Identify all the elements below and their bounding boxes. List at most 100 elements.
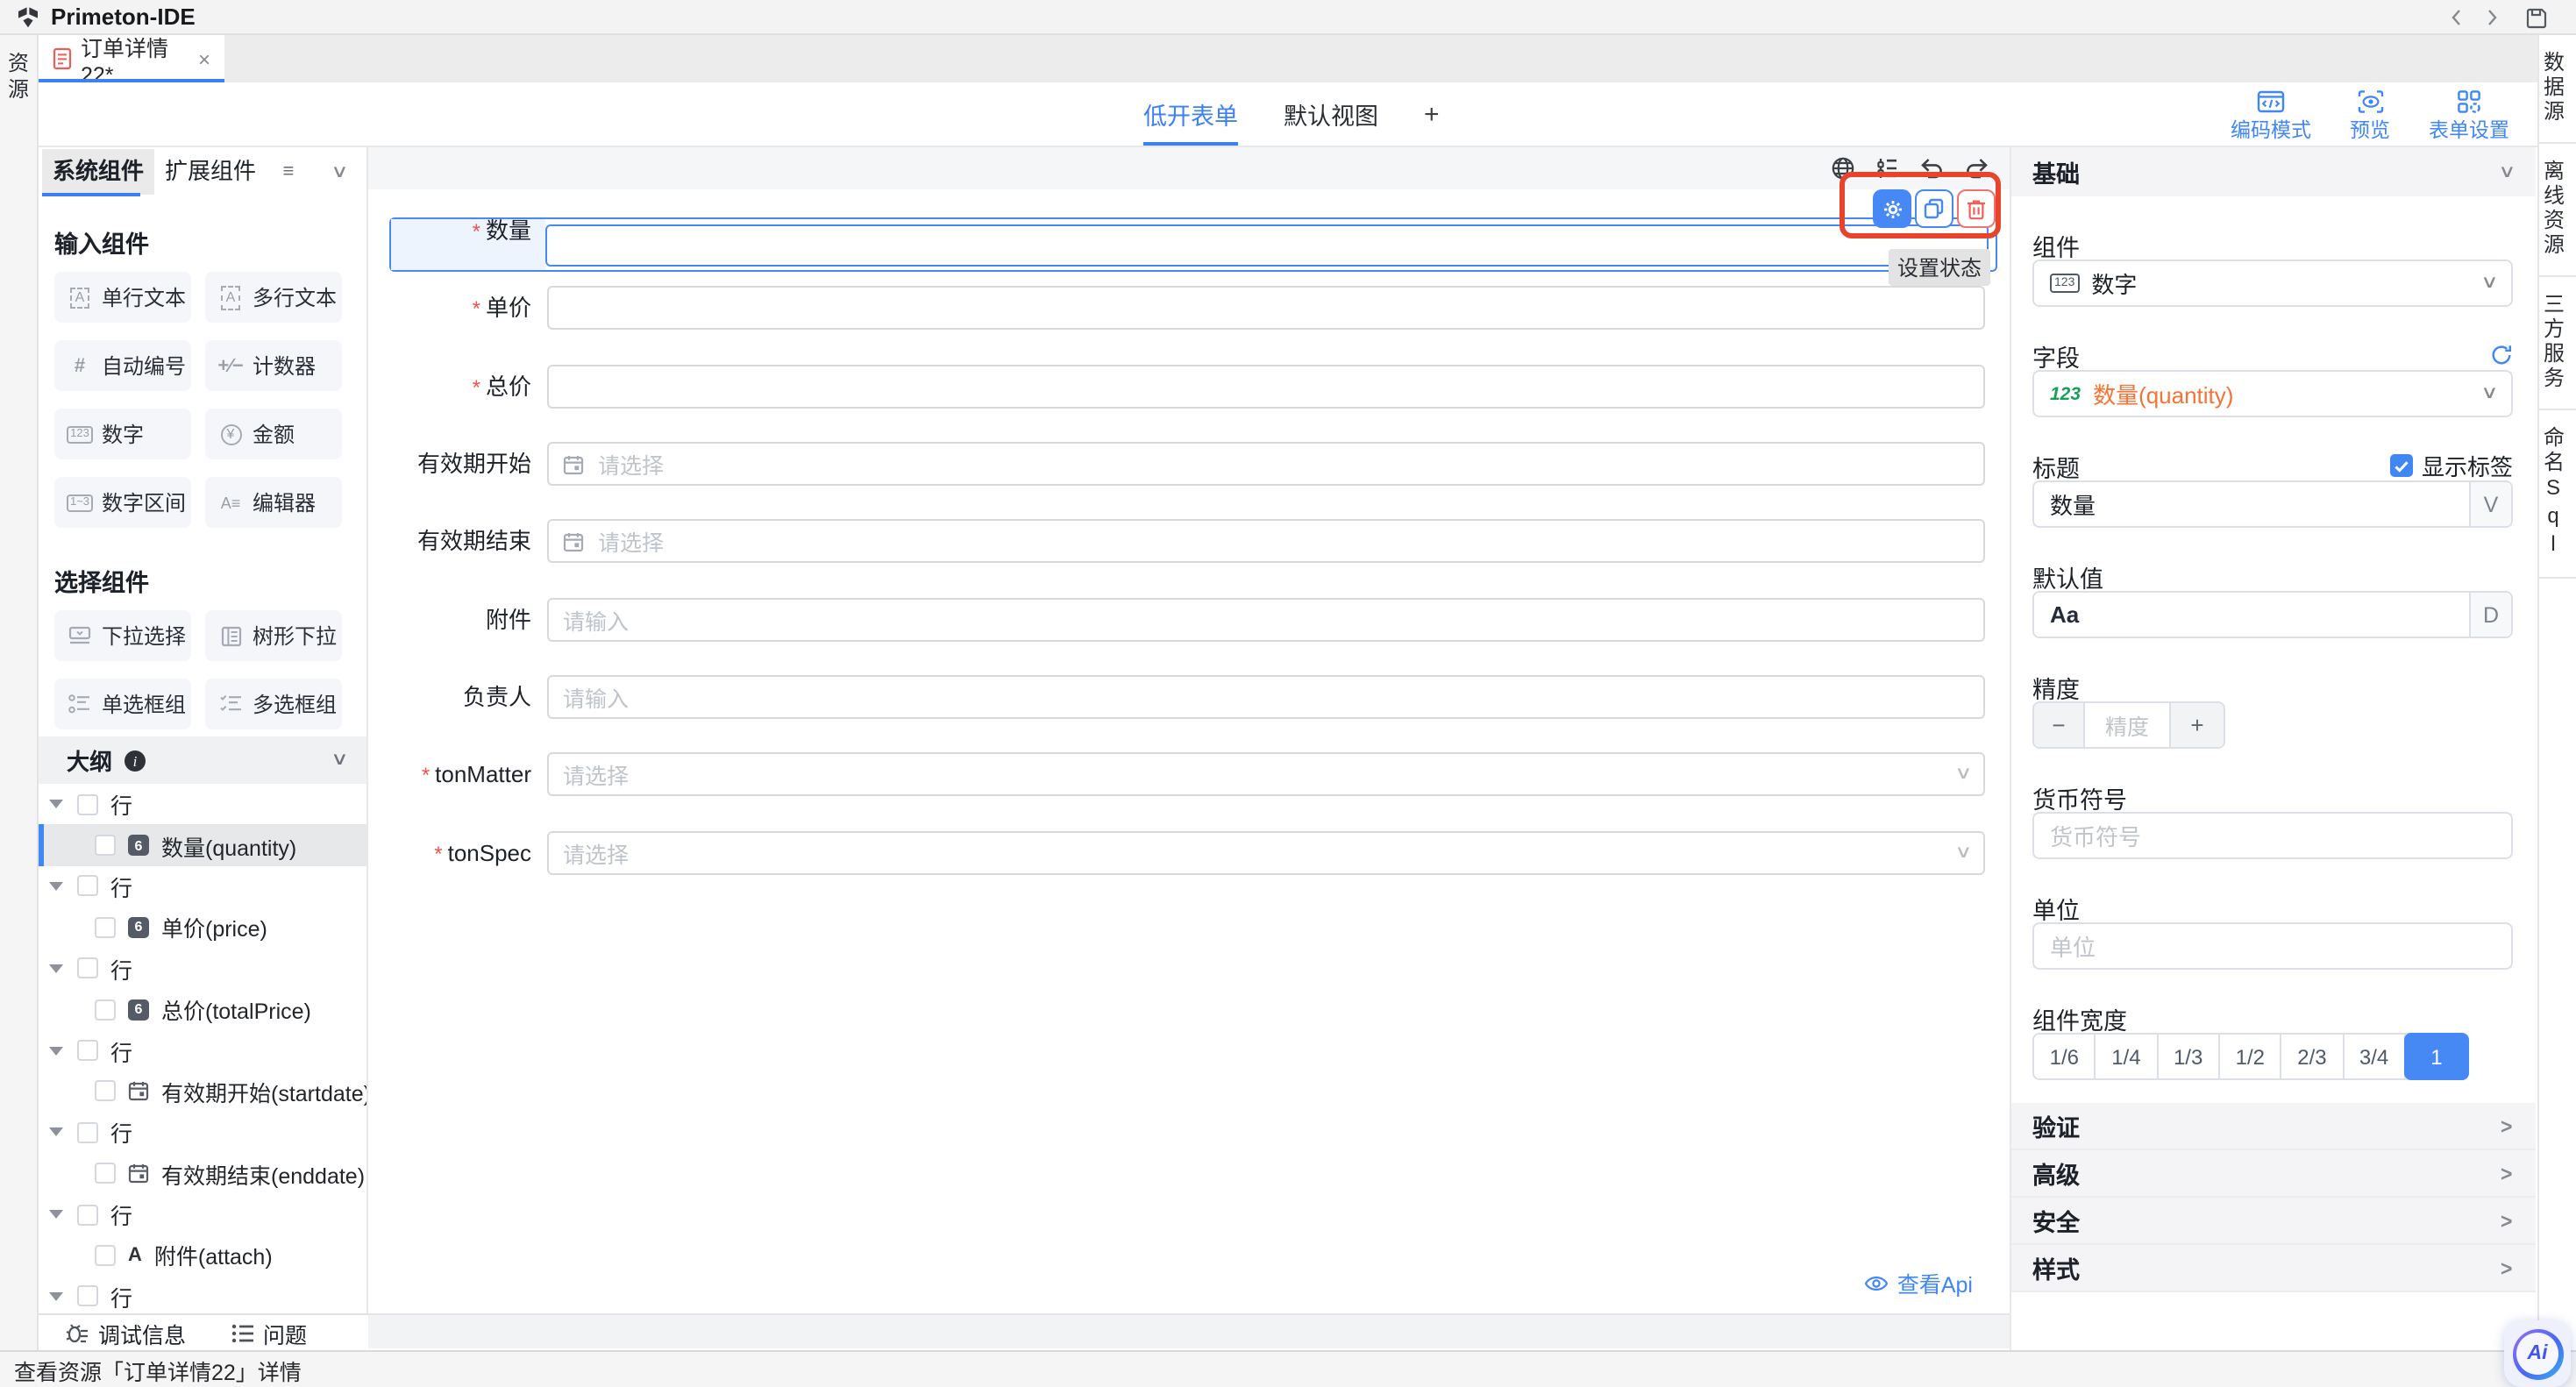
palette-item-text[interactable]: A单行文本 [54, 272, 191, 323]
tree-caret-icon[interactable] [49, 800, 63, 808]
side-strip-item-4[interactable]: 命名Sql [2539, 410, 2576, 579]
nav-forward-icon[interactable] [2481, 0, 2502, 35]
tree-caret-icon[interactable] [49, 964, 63, 973]
palette-item-money[interactable]: ¥金额 [205, 409, 342, 459]
close-tab-icon[interactable]: × [198, 46, 210, 71]
width-option-3-4[interactable]: 3/4 [2344, 1035, 2406, 1078]
inspector-section-验证[interactable]: 验证∨ [2011, 1103, 2536, 1150]
field-input-7[interactable]: 请输入 [547, 675, 1985, 719]
tree-checkbox[interactable] [95, 999, 116, 1020]
outline-header[interactable]: 大纲 i ∨ [39, 736, 366, 784]
palette-item-num[interactable]: 123数字 [54, 409, 191, 459]
tree-checkbox[interactable] [77, 1286, 98, 1307]
show-label-checkbox[interactable] [2390, 454, 2413, 477]
tree-caret-icon[interactable] [49, 1210, 63, 1219]
tree-checkbox[interactable] [77, 1122, 98, 1143]
outline-field-node[interactable]: 6单价(price) [39, 907, 366, 948]
header-action-grid[interactable]: 表单设置 [2429, 88, 2509, 144]
field-delete-button[interactable] [1957, 189, 1996, 228]
palette-item-checks[interactable]: 多选框组 [205, 679, 342, 729]
palette-item-range[interactable]: 1~3数字区间 [54, 477, 191, 528]
palette-item-textarea[interactable]: A多行文本 [205, 272, 342, 323]
palette-item-counter[interactable]: +∕−计数器 [205, 340, 342, 391]
view-tab-1[interactable]: 低开表单 [1143, 82, 1238, 146]
palette-item-treesel[interactable]: 树形下拉 [205, 610, 342, 661]
side-strip-item-2[interactable]: 离线资源 [2539, 144, 2576, 277]
resource-strip-label[interactable]: 资源 [6, 51, 31, 103]
width-option-1-4[interactable]: 1/4 [2096, 1035, 2159, 1078]
tree-checkbox[interactable] [95, 1245, 116, 1266]
quantity-input[interactable] [545, 224, 1989, 266]
width-option-1-2[interactable]: 1/2 [2220, 1035, 2282, 1078]
ai-assistant-button[interactable]: Ai [2504, 1320, 2571, 1387]
field-select[interactable]: 123 数量(quantity) ∨ [2032, 370, 2513, 417]
tree-checkbox[interactable] [77, 1040, 98, 1061]
field-input-2[interactable] [547, 286, 1985, 330]
unit-input[interactable]: 单位 [2032, 922, 2513, 970]
tree-checkbox[interactable] [77, 793, 98, 814]
debug-info-tab[interactable]: 调试信息 [65, 1316, 186, 1349]
field-input-5[interactable]: 请选择 [547, 519, 1985, 563]
field-input-4[interactable]: 请选择 [547, 442, 1985, 486]
field-input-6[interactable]: 请输入 [547, 598, 1985, 642]
header-action-preview[interactable]: 预览 [2350, 88, 2390, 144]
precision-input[interactable]: 精度 [2085, 703, 2169, 747]
precision-increase-button[interactable]: + [2169, 703, 2224, 747]
document-tab[interactable]: 订单详情22* × [39, 35, 224, 82]
outline-row-node[interactable]: 行 [39, 1194, 366, 1235]
default-value-input[interactable]: Aa D [2032, 591, 2513, 638]
outline-field-node[interactable]: 有效期开始(startdate) [39, 1070, 366, 1112]
precision-decrease-button[interactable]: − [2034, 703, 2085, 747]
outline-row-node[interactable]: 行 [39, 784, 366, 825]
tree-checkbox[interactable] [95, 917, 116, 938]
resource-side-strip[interactable]: 资源 [0, 35, 39, 1350]
outline-field-node[interactable]: A附件(attach) [39, 1235, 366, 1277]
tree-caret-icon[interactable] [49, 1128, 63, 1137]
outline-state-icon[interactable] [1875, 156, 1899, 181]
title-variable-button[interactable]: V [2469, 482, 2511, 526]
redo-icon[interactable] [1964, 156, 1990, 181]
tab-system-components[interactable]: 系统组件 [42, 149, 154, 195]
width-option-1-3[interactable]: 1/3 [2158, 1035, 2220, 1078]
undo-icon[interactable] [1918, 156, 1945, 181]
save-icon[interactable] [2525, 0, 2548, 35]
field-input-8[interactable]: 请选择∨ [547, 752, 1985, 796]
field-settings-button[interactable] [1873, 189, 1911, 228]
tree-checkbox[interactable] [77, 1204, 98, 1225]
tree-caret-icon[interactable] [49, 1292, 63, 1301]
problems-tab[interactable]: 问题 2 [231, 1316, 307, 1349]
outline-row-node[interactable]: 行 [39, 1276, 366, 1313]
tab-extended-components[interactable]: 扩展组件 [154, 149, 267, 195]
palette-item-editor[interactable]: A≡编辑器 [205, 477, 342, 528]
component-select[interactable]: 123 数字 ∨ [2032, 260, 2513, 307]
side-strip-item-1[interactable]: 数据源 [2539, 35, 2576, 144]
outline-field-node[interactable]: 6总价(totalPrice) [39, 989, 366, 1030]
width-option-1-6[interactable]: 1/6 [2034, 1035, 2096, 1078]
default-value-d-button[interactable]: D [2469, 593, 2511, 637]
view-api-link[interactable]: 查看Api [1864, 1266, 1973, 1299]
palette-menu-icon[interactable]: ≡ [283, 161, 295, 182]
side-strip-item-3[interactable]: 三方服务 [2539, 277, 2576, 410]
field-refresh-icon[interactable] [2490, 344, 2513, 366]
palette-collapse-chevron-icon[interactable]: ∨ [330, 162, 348, 181]
field-input-3[interactable] [547, 365, 1985, 409]
outline-row-node[interactable]: 行 [39, 866, 366, 907]
width-option-2-3[interactable]: 2/3 [2282, 1035, 2345, 1078]
add-view-button[interactable]: + [1424, 99, 1440, 129]
palette-item-hash[interactable]: #自动编号 [54, 340, 191, 391]
tree-checkbox[interactable] [77, 876, 98, 897]
form-row-selected[interactable]: *数量 [368, 203, 2008, 258]
inspector-header[interactable]: 基础 ∨ [2011, 147, 2536, 196]
outline-row-node[interactable]: 行 [39, 1112, 366, 1153]
currency-input[interactable]: 货币符号 [2032, 812, 2513, 859]
outline-field-node[interactable]: 有效期结束(enddate) [39, 1153, 366, 1194]
outline-row-node[interactable]: 行 [39, 1030, 366, 1071]
header-action-code[interactable]: 编码模式 [2231, 88, 2311, 144]
globe-icon[interactable] [1831, 156, 1855, 181]
title-input[interactable]: 数量 V [2032, 480, 2513, 528]
palette-item-radio[interactable]: 单选框组 [54, 679, 191, 729]
tree-checkbox[interactable] [95, 835, 116, 856]
field-copy-button[interactable] [1915, 189, 1953, 228]
width-option-1[interactable]: 1 [2404, 1033, 2469, 1080]
outline-collapse-chevron-icon[interactable]: ∨ [330, 750, 348, 770]
